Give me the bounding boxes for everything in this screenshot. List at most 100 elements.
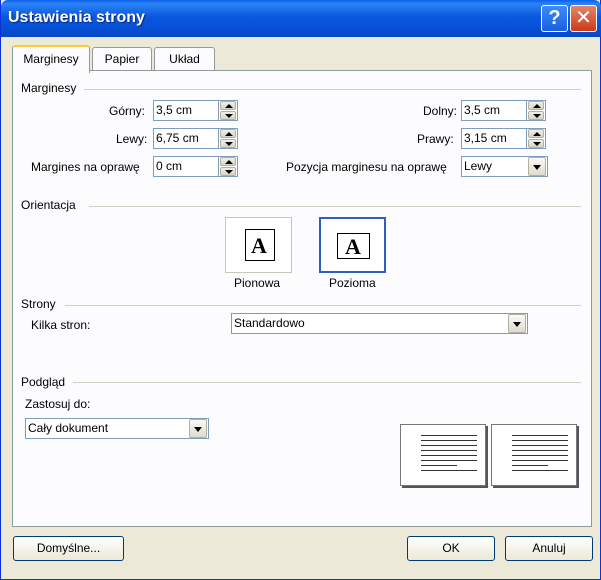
- close-icon: ✕: [575, 7, 592, 29]
- title-bar: Ustawienia strony ? ✕: [1, 0, 601, 37]
- preview-line: [421, 465, 457, 466]
- gutter-spinner[interactable]: [219, 156, 238, 177]
- gutter-label: Margines na oprawę: [31, 160, 140, 174]
- default-button[interactable]: Domyślne...: [13, 536, 124, 561]
- left-margin-spinner[interactable]: [219, 128, 238, 149]
- letter-a-icon: A: [251, 233, 267, 258]
- right-margin-input[interactable]: 3,15 cm: [461, 128, 527, 149]
- top-margin-spinner[interactable]: [219, 100, 238, 121]
- spin-up-button[interactable]: [528, 101, 544, 110]
- bottom-margin-label: Dolny:: [423, 104, 458, 118]
- gutter-position-label: Pozycja marginesu na oprawę: [286, 160, 447, 174]
- preview-page-left: [400, 424, 486, 486]
- close-button[interactable]: ✕: [570, 5, 597, 32]
- preview-line: [512, 450, 568, 451]
- tab-label: Układ: [169, 52, 200, 66]
- portrait-option[interactable]: A: [225, 217, 292, 273]
- page-setup-dialog: Ustawienia strony ? ✕ Marginesy Papier U…: [0, 0, 601, 580]
- tab-label: Marginesy: [23, 52, 79, 66]
- landscape-label: Pozioma: [329, 276, 376, 290]
- arrow-up-icon: [533, 132, 541, 136]
- preview-line: [421, 450, 477, 451]
- preview-line: [512, 440, 568, 441]
- cancel-button[interactable]: Anuluj: [505, 536, 593, 561]
- preview-page-right: [491, 424, 577, 486]
- chevron-down-icon: [513, 322, 521, 327]
- preview-line: [421, 440, 477, 441]
- preview-line: [512, 455, 568, 456]
- margins-divider: [84, 89, 581, 90]
- chevron-down-icon: [194, 427, 202, 432]
- arrow-up-icon: [533, 104, 541, 108]
- arrow-down-icon: [225, 142, 233, 146]
- arrow-up-icon: [225, 104, 233, 108]
- spin-down-button[interactable]: [528, 111, 544, 120]
- gutter-input[interactable]: 0 cm: [153, 156, 219, 177]
- tab-label: Papier: [104, 52, 140, 66]
- arrow-down-icon: [225, 170, 233, 174]
- top-margin-label: Górny:: [109, 104, 146, 118]
- landscape-option[interactable]: A: [319, 217, 386, 273]
- preview-line: [421, 435, 477, 436]
- preview-line: [421, 460, 477, 461]
- pages-section-label: Strony: [21, 297, 56, 311]
- spin-down-button[interactable]: [220, 167, 236, 176]
- spin-up-button[interactable]: [528, 129, 544, 138]
- arrow-down-icon: [533, 142, 541, 146]
- preview-divider: [73, 382, 581, 383]
- preview-line: [512, 470, 568, 471]
- dropdown-button[interactable]: [508, 314, 526, 333]
- ok-button[interactable]: OK: [407, 536, 495, 561]
- gutter-position-value: Lewy: [464, 159, 493, 173]
- multiple-pages-value: Standardowo: [234, 316, 305, 330]
- spin-down-button[interactable]: [220, 111, 236, 120]
- margins-section-label: Marginesy: [21, 81, 77, 95]
- right-margin-label: Prawy:: [417, 132, 454, 146]
- preview-line: [421, 470, 477, 471]
- apply-to-value: Cały dokument: [28, 421, 109, 435]
- preview-line: [512, 465, 548, 466]
- apply-to-label: Zastosuj do:: [25, 397, 91, 411]
- preview-line: [512, 460, 568, 461]
- left-margin-input[interactable]: 6,75 cm: [153, 128, 219, 149]
- question-icon: ?: [548, 7, 561, 29]
- portrait-label: Pionowa: [234, 276, 281, 290]
- preview-section-label: Podgląd: [21, 375, 66, 389]
- arrow-up-icon: [225, 160, 233, 164]
- multiple-pages-label: Kilka stron:: [31, 318, 91, 332]
- orientation-divider: [89, 206, 581, 207]
- gutter-position-select[interactable]: Lewy: [461, 156, 548, 177]
- letter-a-icon: A: [345, 234, 361, 259]
- arrow-up-icon: [225, 132, 233, 136]
- orientation-section-label: Orientacja: [21, 198, 76, 212]
- top-margin-input[interactable]: 3,5 cm: [153, 100, 219, 121]
- chevron-down-icon: [533, 165, 541, 170]
- spin-up-button[interactable]: [220, 157, 236, 166]
- pages-divider: [65, 305, 581, 306]
- dropdown-button[interactable]: [189, 419, 207, 438]
- landscape-page-icon: A: [337, 233, 370, 259]
- portrait-page-icon: A: [245, 229, 275, 261]
- tab-layout[interactable]: Układ: [154, 47, 215, 71]
- apply-to-select[interactable]: Cały dokument: [25, 418, 209, 439]
- bottom-margin-input[interactable]: 3,5 cm: [461, 100, 527, 121]
- arrow-down-icon: [225, 114, 233, 118]
- multiple-pages-select[interactable]: Standardowo: [231, 313, 528, 334]
- spin-down-button[interactable]: [220, 139, 236, 148]
- tab-paper[interactable]: Papier: [92, 47, 152, 71]
- dropdown-button[interactable]: [528, 157, 546, 176]
- preview-line: [512, 435, 568, 436]
- preview-line: [421, 455, 477, 456]
- window-title: Ustawienia strony: [8, 9, 145, 26]
- tab-margins[interactable]: Marginesy: [12, 45, 90, 73]
- preview-line: [421, 445, 477, 446]
- bottom-margin-spinner[interactable]: [527, 100, 546, 121]
- spin-up-button[interactable]: [220, 129, 236, 138]
- spin-down-button[interactable]: [528, 139, 544, 148]
- preview-line: [512, 445, 568, 446]
- right-margin-spinner[interactable]: [527, 128, 546, 149]
- help-button[interactable]: ?: [541, 5, 568, 32]
- left-margin-label: Lewy:: [116, 132, 148, 146]
- spin-up-button[interactable]: [220, 101, 236, 110]
- arrow-down-icon: [533, 114, 541, 118]
